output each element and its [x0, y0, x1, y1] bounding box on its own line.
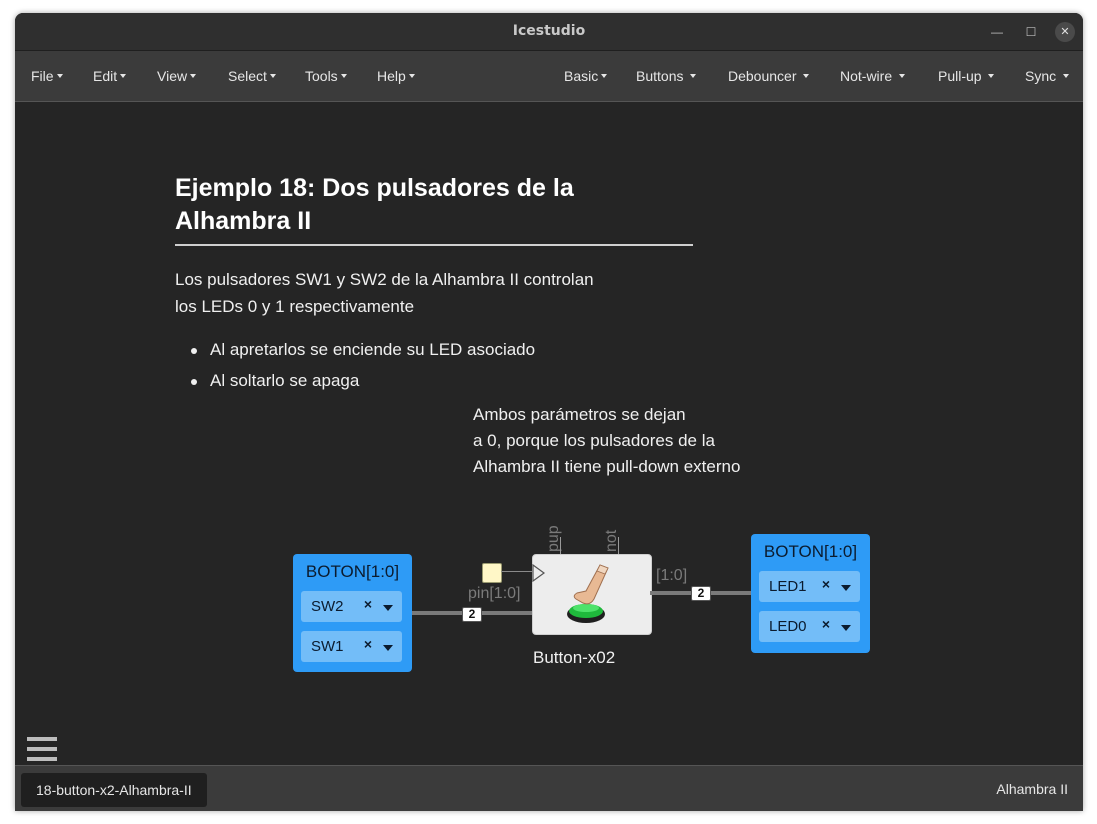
input-block[interactable]: BOTON[1:0] SW2 × SW1 × — [293, 554, 412, 672]
pin-name: SW1 — [311, 638, 344, 655]
param-pup-stub — [560, 537, 561, 554]
info-paragraph: Los pulsadores SW1 y SW2 de la Alhambra … — [175, 266, 594, 320]
component-input-label: pin[1:0] — [468, 585, 521, 602]
pin-name: SW2 — [311, 598, 344, 615]
param-not-stub — [618, 537, 619, 554]
menu-edit[interactable]: Edit — [93, 68, 127, 84]
output-block-title: BOTON[1:0] — [763, 542, 858, 561]
wire-width-label: 2 — [691, 586, 711, 601]
note-line: a 0, porque los pulsadores de la — [473, 431, 715, 450]
info-bullet-list: Al apretarlos se enciende su LED asociad… — [175, 339, 535, 401]
chevron-down-icon — [690, 74, 697, 79]
bullet-item: Al soltarlo se apaga — [175, 370, 535, 401]
heading-line: Ejemplo 18: Dos pulsadores de la — [175, 174, 574, 202]
chevron-down-icon — [988, 74, 995, 79]
chevron-down-icon[interactable] — [383, 645, 393, 651]
menu-buttons[interactable]: Buttons — [636, 68, 697, 84]
paragraph-line: Los pulsadores SW1 y SW2 de la Alhambra … — [175, 270, 594, 289]
info-note: Ambos parámetros se dejan a 0, porque lo… — [473, 402, 740, 480]
input-pin-row[interactable]: SW1 × — [301, 631, 402, 662]
chevron-down-icon[interactable] — [383, 605, 393, 611]
chevron-down-icon[interactable] — [841, 625, 851, 631]
board-name[interactable]: Alhambra II — [996, 781, 1068, 797]
chevron-down-icon — [269, 74, 276, 79]
design-canvas[interactable]: Ejemplo 18: Dos pulsadores de la Alhambr… — [15, 102, 1083, 764]
app-window: Icestudio — ☐ ✕ File Edit View Select To… — [15, 13, 1083, 811]
chevron-down-icon — [803, 74, 810, 79]
bullet-item: Al apretarlos se enciende su LED asociad… — [175, 339, 535, 370]
chevron-down-icon — [120, 74, 127, 79]
menu-select[interactable]: Select — [228, 68, 276, 84]
menu-pull-up[interactable]: Pull-up — [938, 68, 995, 84]
output-block[interactable]: BOTON[1:0] LED1 × LED0 × — [751, 534, 870, 653]
menu-basic[interactable]: Basic — [564, 68, 608, 84]
chevron-down-icon — [56, 74, 63, 79]
menu-debouncer[interactable]: Debouncer — [728, 68, 810, 84]
remove-icon[interactable]: × — [822, 616, 830, 632]
info-heading: Ejemplo 18: Dos pulsadores de la Alhambr… — [175, 172, 695, 238]
file-tab[interactable]: 18-button-x2-Alhambra-II — [21, 773, 207, 807]
remove-icon[interactable]: × — [822, 576, 830, 592]
button-x02-component[interactable] — [532, 554, 652, 635]
menu-help[interactable]: Help — [377, 68, 415, 84]
note-line: Ambos parámetros se dejan — [473, 405, 686, 424]
input-pin-row[interactable]: SW2 × — [301, 591, 402, 622]
heading-line: Alhambra II — [175, 207, 312, 235]
input-block-title: BOTON[1:0] — [305, 562, 400, 581]
menu-file[interactable]: File — [31, 68, 63, 84]
chevron-down-icon — [1063, 74, 1070, 79]
note-line: Alhambra II tiene pull-down externo — [473, 457, 741, 476]
input-arrow-icon — [532, 564, 546, 582]
minimize-icon[interactable]: — — [987, 22, 1007, 42]
maximize-icon[interactable]: ☐ — [1021, 22, 1041, 42]
menu-tools[interactable]: Tools — [305, 68, 347, 84]
chevron-down-icon[interactable] — [841, 585, 851, 591]
close-icon[interactable]: ✕ — [1055, 22, 1075, 42]
menu-bar: File Edit View Select Tools Help Basic B… — [15, 51, 1083, 102]
window-title: Icestudio — [512, 23, 586, 39]
paragraph-line: los LEDs 0 y 1 respectivamente — [175, 297, 415, 316]
constant-wire — [501, 571, 532, 572]
heading-divider — [175, 244, 693, 246]
title-bar: Icestudio — ☐ ✕ — [15, 13, 1083, 51]
output-pin-row[interactable]: LED1 × — [759, 571, 860, 602]
push-button-icon — [567, 564, 609, 623]
chevron-down-icon — [190, 74, 197, 79]
chevron-down-icon — [601, 74, 608, 79]
menu-sync[interactable]: Sync — [1025, 68, 1070, 84]
hamburger-menu-icon[interactable] — [27, 737, 57, 763]
remove-icon[interactable]: × — [364, 596, 372, 612]
output-pin-row[interactable]: LED0 × — [759, 611, 860, 642]
pin-name: LED0 — [769, 618, 807, 635]
chevron-down-icon — [899, 74, 906, 79]
component-output-label: [1:0] — [656, 567, 688, 584]
remove-icon[interactable]: × — [364, 636, 372, 652]
chevron-down-icon — [340, 74, 347, 79]
menu-not-wire[interactable]: Not-wire — [840, 68, 906, 84]
status-bar: 18-button-x2-Alhambra-II Alhambra II — [15, 765, 1083, 811]
menu-view[interactable]: View — [157, 68, 197, 84]
wire-width-label: 2 — [462, 607, 482, 622]
chevron-down-icon — [408, 74, 415, 79]
component-name: Button-x02 — [533, 648, 616, 667]
constant-input-box[interactable] — [482, 563, 502, 583]
pin-name: LED1 — [769, 578, 807, 595]
